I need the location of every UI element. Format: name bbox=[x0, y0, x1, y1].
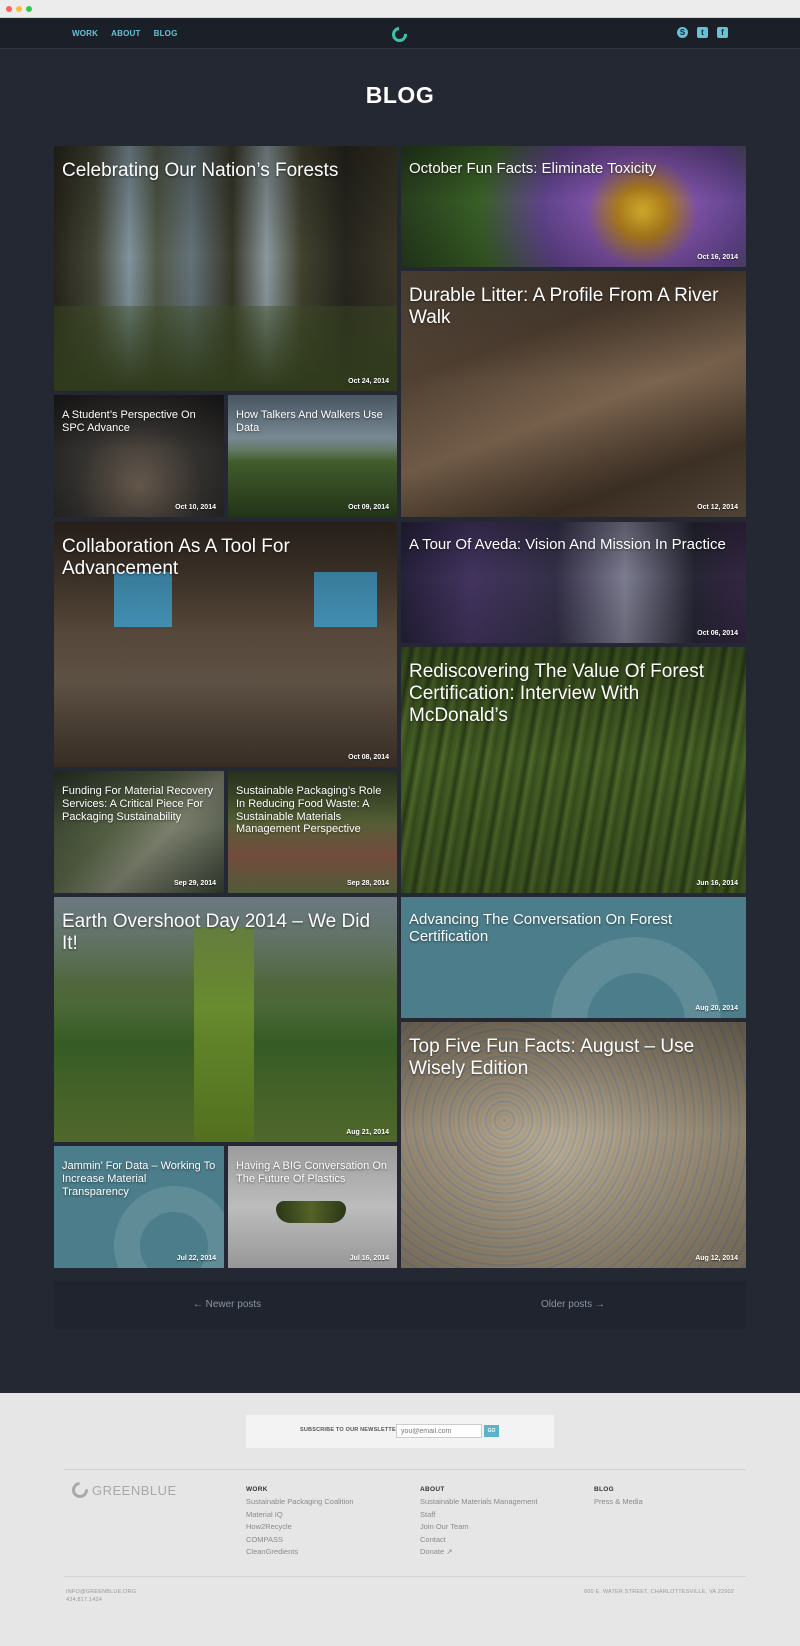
post-tile[interactable]: A Tour Of Aveda: Vision And Mission In P… bbox=[401, 522, 746, 643]
post-tile[interactable]: Having A BIG Conversation On The Future … bbox=[228, 1146, 397, 1268]
post-tile[interactable]: How Talkers And Walkers Use Data Oct 09,… bbox=[228, 395, 397, 517]
page-title: BLOG bbox=[365, 82, 435, 108]
footer-column-work: WORK Sustainable Packaging Coalition Mat… bbox=[246, 1486, 354, 1559]
footer-column-about: ABOUT Sustainable Materials Management S… bbox=[420, 1486, 538, 1559]
post-title: Earth Overshoot Day 2014 – We Did It! bbox=[62, 911, 371, 955]
newsletter-form: SUBSCRIBE TO OUR NEWSLETTER GO bbox=[246, 1415, 554, 1448]
footer-email[interactable]: INFO@GREENBLUE.ORG bbox=[66, 1588, 136, 1596]
post-date: Oct 10, 2014 bbox=[175, 504, 216, 511]
post-tile[interactable]: Jammin’ For Data – Working To Increase M… bbox=[54, 1146, 224, 1268]
post-title: Celebrating Our Nation’s Forests bbox=[62, 160, 339, 181]
post-title: Collaboration As A Tool For Advancement bbox=[62, 536, 290, 580]
close-window-icon[interactable] bbox=[6, 6, 12, 12]
footer-divider bbox=[64, 1576, 746, 1577]
post-tile[interactable]: Earth Overshoot Day 2014 – We Did It! Au… bbox=[54, 897, 397, 1142]
nav-link-blog[interactable]: BLOG bbox=[154, 29, 178, 38]
nav-links: WORK ABOUT BLOG bbox=[72, 29, 178, 38]
post-title: Advancing The Conversation On Forest Cer… bbox=[409, 911, 673, 946]
footer-column-blog: BLOG Press & Media bbox=[594, 1486, 643, 1509]
maximize-window-icon[interactable] bbox=[26, 6, 32, 12]
post-date: Jul 16, 2014 bbox=[349, 1255, 389, 1262]
post-date: Oct 16, 2014 bbox=[697, 254, 738, 261]
post-title: Top Five Fun Facts: August – Use Wisely … bbox=[409, 1036, 695, 1080]
greenblue-logo-icon[interactable] bbox=[388, 23, 411, 46]
newsletter-submit-button[interactable]: GO bbox=[484, 1425, 499, 1437]
footer-heading: BLOG bbox=[594, 1486, 614, 1493]
browser-chrome bbox=[0, 0, 800, 18]
newsletter-label: SUBSCRIBE TO OUR NEWSLETTER bbox=[300, 1427, 401, 1433]
footer-link[interactable]: Sustainable Packaging Coalition bbox=[246, 1496, 354, 1509]
footer-link[interactable]: COMPASS bbox=[246, 1534, 354, 1547]
post-tile[interactable]: Rediscovering The Value Of Forest Certif… bbox=[401, 647, 746, 893]
nav-link-about[interactable]: ABOUT bbox=[111, 29, 140, 38]
social-links: S t f bbox=[677, 27, 728, 38]
footer-heading: ABOUT bbox=[420, 1486, 445, 1493]
footer-link[interactable]: Donate ↗ bbox=[420, 1546, 538, 1559]
post-date: Oct 09, 2014 bbox=[348, 504, 389, 511]
post-title: A Tour Of Aveda: Vision And Mission In P… bbox=[409, 536, 726, 553]
post-title: A Student’s Perspective On SPC Advance bbox=[62, 409, 196, 434]
newer-posts-link[interactable]: ← Newer posts bbox=[54, 1281, 400, 1329]
post-tile[interactable]: Funding For Material Recovery Services: … bbox=[54, 771, 224, 893]
top-navigation: WORK ABOUT BLOG S t f bbox=[0, 18, 800, 49]
post-tile[interactable]: Durable Litter: A Profile From A River W… bbox=[401, 271, 746, 517]
post-date: Sep 28, 2014 bbox=[346, 880, 389, 887]
greenblue-logo-icon bbox=[68, 1478, 92, 1502]
nav-link-work[interactable]: WORK bbox=[72, 29, 98, 38]
footer-link[interactable]: CleanGredients bbox=[246, 1546, 354, 1559]
post-tile[interactable]: Top Five Fun Facts: August – Use Wisely … bbox=[401, 1022, 746, 1268]
post-date: Oct 06, 2014 bbox=[697, 630, 738, 637]
post-title: Funding For Material Recovery Services: … bbox=[62, 785, 214, 823]
minimize-window-icon[interactable] bbox=[16, 6, 22, 12]
newsletter-email-input[interactable] bbox=[396, 1424, 482, 1438]
post-title: Durable Litter: A Profile From A River W… bbox=[409, 285, 719, 329]
post-date: Aug 21, 2014 bbox=[346, 1129, 389, 1136]
post-title: Rediscovering The Value Of Forest Certif… bbox=[409, 661, 704, 727]
footer-link[interactable]: Contact bbox=[420, 1534, 538, 1547]
post-tile[interactable]: October Fun Facts: Eliminate Toxicity Oc… bbox=[401, 146, 746, 267]
post-tile[interactable]: A Student’s Perspective On SPC Advance O… bbox=[54, 395, 224, 517]
footer-logo[interactable]: GREENBLUE bbox=[68, 1478, 177, 1502]
post-title: Sustainable Packaging’s Role In Reducing… bbox=[236, 785, 382, 836]
footer-divider bbox=[64, 1469, 746, 1470]
post-date: Aug 20, 2014 bbox=[695, 1005, 738, 1012]
post-tile[interactable]: Celebrating Our Nation’s Forests Oct 24,… bbox=[54, 146, 397, 391]
post-title: Having A BIG Conversation On The Future … bbox=[236, 1160, 388, 1185]
site-main: WORK ABOUT BLOG S t f BLOG Celebrating O… bbox=[0, 18, 800, 1393]
footer: SUBSCRIBE TO OUR NEWSLETTER GO GREENBLUE… bbox=[0, 1393, 800, 1646]
post-date: Oct 24, 2014 bbox=[348, 378, 389, 385]
footer-link[interactable]: Material IQ bbox=[246, 1509, 354, 1522]
post-title: Jammin’ For Data – Working To Increase M… bbox=[62, 1160, 216, 1198]
older-posts-link[interactable]: Older posts → bbox=[400, 1281, 746, 1329]
footer-phone: 434.817.1424 bbox=[66, 1597, 103, 1603]
twitter-icon[interactable]: t bbox=[697, 27, 708, 38]
post-tile[interactable]: Collaboration As A Tool For Advancement … bbox=[54, 522, 397, 767]
footer-link[interactable]: Sustainable Materials Management bbox=[420, 1496, 538, 1509]
post-date: Oct 08, 2014 bbox=[348, 754, 389, 761]
footer-link[interactable]: How2Recycle bbox=[246, 1521, 354, 1534]
post-tile[interactable]: Advancing The Conversation On Forest Cer… bbox=[401, 897, 746, 1018]
footer-contact: INFO@GREENBLUE.ORG 434.817.1424 bbox=[66, 1588, 136, 1604]
footer-link[interactable]: Join Our Team bbox=[420, 1521, 538, 1534]
post-date: Aug 12, 2014 bbox=[695, 1255, 738, 1262]
footer-address: 600 E. WATER STREET, CHARLOTTESVILLE, VA… bbox=[583, 1589, 734, 1595]
footer-heading: WORK bbox=[246, 1486, 268, 1493]
post-title: October Fun Facts: Eliminate Toxicity bbox=[409, 160, 657, 177]
footer-link[interactable]: Press & Media bbox=[594, 1496, 643, 1509]
footer-brand: GREENBLUE bbox=[92, 1482, 177, 1498]
post-date: Jun 16, 2014 bbox=[696, 880, 738, 887]
pagination: ← Newer posts Older posts → bbox=[54, 1281, 746, 1329]
post-date: Jul 22, 2014 bbox=[176, 1255, 216, 1262]
facebook-icon[interactable]: f bbox=[717, 27, 728, 38]
footer-link[interactable]: Staff bbox=[420, 1509, 538, 1522]
post-date: Sep 29, 2014 bbox=[173, 880, 216, 887]
post-date: Oct 12, 2014 bbox=[697, 504, 738, 511]
post-tile[interactable]: Sustainable Packaging’s Role In Reducing… bbox=[228, 771, 397, 893]
post-title: How Talkers And Walkers Use Data bbox=[236, 409, 383, 434]
skype-icon[interactable]: S bbox=[677, 27, 688, 38]
